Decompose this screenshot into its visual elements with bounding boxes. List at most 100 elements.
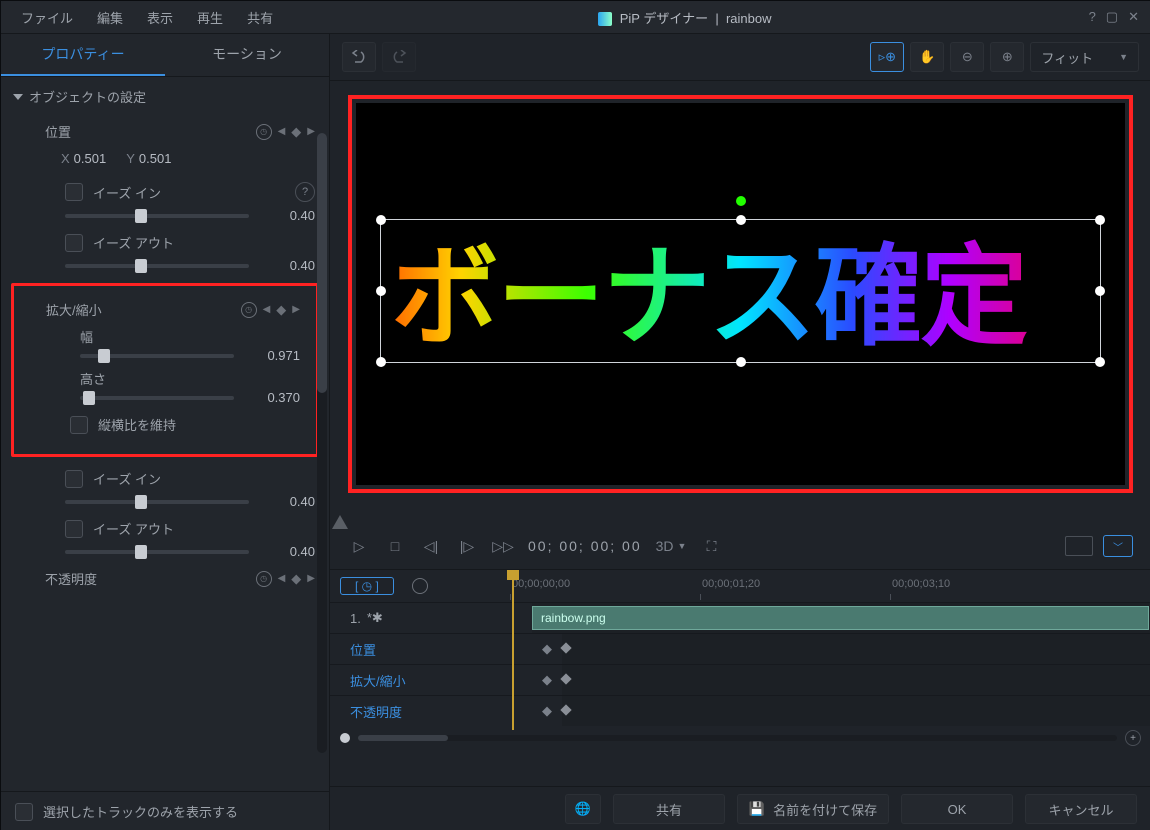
next-frame-button[interactable]: |▷ [456, 535, 478, 557]
help-icon[interactable]: ? [295, 182, 315, 202]
ease-out-checkbox[interactable] [65, 234, 83, 252]
keyframe-marker[interactable] [560, 642, 571, 653]
show-selected-only-checkbox[interactable] [15, 803, 33, 821]
resize-handle[interactable] [376, 286, 386, 296]
redo-button[interactable] [382, 42, 416, 72]
fast-forward-button[interactable]: ▷▷ [492, 535, 514, 557]
maximize-icon[interactable]: ▢ [1106, 9, 1118, 25]
zoom-in-handle[interactable]: + [1125, 730, 1141, 746]
zoom-out-button[interactable]: ⊖ [950, 42, 984, 72]
tab-motion[interactable]: モーション [165, 34, 329, 76]
stop-button[interactable]: □ [384, 535, 406, 557]
ease-in-checkbox[interactable] [65, 183, 83, 201]
zoom-fit-dropdown[interactable]: フィット▼ [1030, 42, 1139, 72]
prop-lane[interactable] [562, 696, 1150, 726]
close-icon[interactable]: ✕ [1128, 9, 1139, 25]
resize-handle[interactable] [736, 357, 746, 367]
timecode[interactable]: 00; 00; 00; 00 [528, 538, 642, 554]
tab-property[interactable]: プロパティー [1, 34, 165, 76]
next-keyframe-icon[interactable]: ▶ [292, 304, 300, 315]
clock-icon[interactable] [412, 578, 428, 594]
track-lane[interactable]: rainbow.png [532, 603, 1150, 633]
prop-lane[interactable] [562, 634, 1150, 664]
ease-in-value[interactable]: 0.40 [261, 494, 315, 509]
prev-frame-button[interactable]: ◁| [420, 535, 442, 557]
ease-out-checkbox[interactable] [65, 520, 83, 538]
fullscreen-button[interactable]: ⛶ [700, 535, 722, 557]
height-slider[interactable]: 0.370 [16, 390, 314, 409]
lock-aspect-checkbox[interactable] [70, 416, 88, 434]
prev-keyframe-icon[interactable]: ◀ [278, 126, 286, 137]
ease-out-value[interactable]: 0.40 [261, 544, 315, 559]
stopwatch-icon[interactable]: ◷ [256, 571, 272, 587]
y-value[interactable]: 0.501 [139, 151, 172, 166]
keyframe-diamond-icon[interactable]: ◆ [291, 124, 301, 140]
width-value[interactable]: 0.971 [246, 348, 300, 363]
undo-button[interactable] [342, 42, 376, 72]
keyframe-diamond-icon[interactable]: ◆ [291, 571, 301, 587]
menu-play[interactable]: 再生 [189, 4, 231, 31]
keyframe-diamond-icon[interactable]: ◆ [276, 302, 286, 318]
save-as-button[interactable]: 💾名前を付けて保存 [737, 794, 889, 824]
track-label[interactable]: 1. *✱ [330, 610, 532, 626]
ease-in-slider[interactable]: 0.40 [1, 208, 329, 227]
playhead[interactable] [512, 570, 514, 730]
canvas[interactable]: ボーナス確定 [356, 103, 1125, 485]
keyframe-diamond-icon[interactable]: ◆ [532, 672, 562, 688]
collapse-panel-button[interactable]: ﹀ [1103, 535, 1133, 557]
resize-handle[interactable] [376, 357, 386, 367]
resize-handle[interactable] [376, 215, 386, 225]
ease-in-value[interactable]: 0.40 [261, 208, 315, 223]
help-icon[interactable]: ? [1089, 9, 1096, 25]
share-button[interactable]: 共有 [613, 794, 725, 824]
stopwatch-icon[interactable]: ◷ [241, 302, 257, 318]
row-label-position[interactable]: 位置 [330, 640, 532, 659]
ease-out-slider[interactable]: 0.40 [1, 258, 329, 277]
prev-keyframe-icon[interactable]: ◀ [278, 573, 286, 584]
stopwatch-icon[interactable]: ◷ [256, 124, 272, 140]
keyframe-diamond-icon[interactable]: ◆ [532, 703, 562, 719]
ease-out-slider-2[interactable]: 0.40 [1, 544, 329, 563]
ease-out-value[interactable]: 0.40 [261, 258, 315, 273]
zoom-in-button[interactable]: ⊕ [990, 42, 1024, 72]
zoom-out-handle[interactable] [340, 733, 350, 743]
resize-handle[interactable] [1095, 357, 1105, 367]
x-value[interactable]: 0.501 [74, 151, 107, 166]
prop-lane[interactable] [562, 665, 1150, 695]
warning-icon[interactable] [332, 515, 348, 529]
width-slider[interactable]: 0.971 [16, 348, 314, 367]
cancel-button[interactable]: キャンセル [1025, 794, 1137, 824]
menu-share[interactable]: 共有 [239, 4, 281, 31]
prev-keyframe-icon[interactable]: ◀ [263, 304, 271, 315]
3d-toggle[interactable]: 3D▼ [656, 538, 687, 554]
resize-handle[interactable] [736, 215, 746, 225]
panel-scrollbar[interactable] [317, 133, 327, 753]
timeline-scrollbar[interactable] [358, 735, 1117, 741]
section-object-settings[interactable]: オブジェクトの設定 [1, 77, 329, 116]
menu-view[interactable]: 表示 [139, 4, 181, 31]
rotate-handle[interactable] [736, 196, 746, 206]
menu-file[interactable]: ファイル [13, 4, 81, 31]
selection-bounds[interactable] [380, 219, 1101, 363]
next-keyframe-icon[interactable]: ▶ [307, 573, 315, 584]
resize-handle[interactable] [1095, 286, 1105, 296]
keyframe-diamond-icon[interactable]: ◆ [532, 641, 562, 657]
ease-in-slider-2[interactable]: 0.40 [1, 494, 329, 513]
ease-in-checkbox[interactable] [65, 470, 83, 488]
keyframe-marker[interactable] [560, 673, 571, 684]
height-value[interactable]: 0.370 [246, 390, 300, 405]
resize-handle[interactable] [1095, 215, 1105, 225]
clip[interactable]: rainbow.png [532, 606, 1149, 630]
row-label-scale[interactable]: 拡大/縮小 [330, 671, 532, 690]
ok-button[interactable]: OK [901, 794, 1013, 824]
timeline-ruler[interactable]: 00;00;00;00 00;00;01;20 00;00;03;10 [512, 570, 1150, 602]
select-tool-button[interactable]: ▹⊕ [870, 42, 904, 72]
menu-edit[interactable]: 編集 [89, 4, 131, 31]
tv-safe-icon[interactable] [1065, 536, 1093, 556]
row-label-opacity[interactable]: 不透明度 [330, 702, 532, 721]
next-keyframe-icon[interactable]: ▶ [307, 126, 315, 137]
keyframe-mode-button[interactable]: [ ◷ ] [340, 577, 394, 595]
play-button[interactable]: ▷ [348, 535, 370, 557]
web-button[interactable]: 🌐 [565, 794, 601, 824]
keyframe-marker[interactable] [560, 704, 571, 715]
